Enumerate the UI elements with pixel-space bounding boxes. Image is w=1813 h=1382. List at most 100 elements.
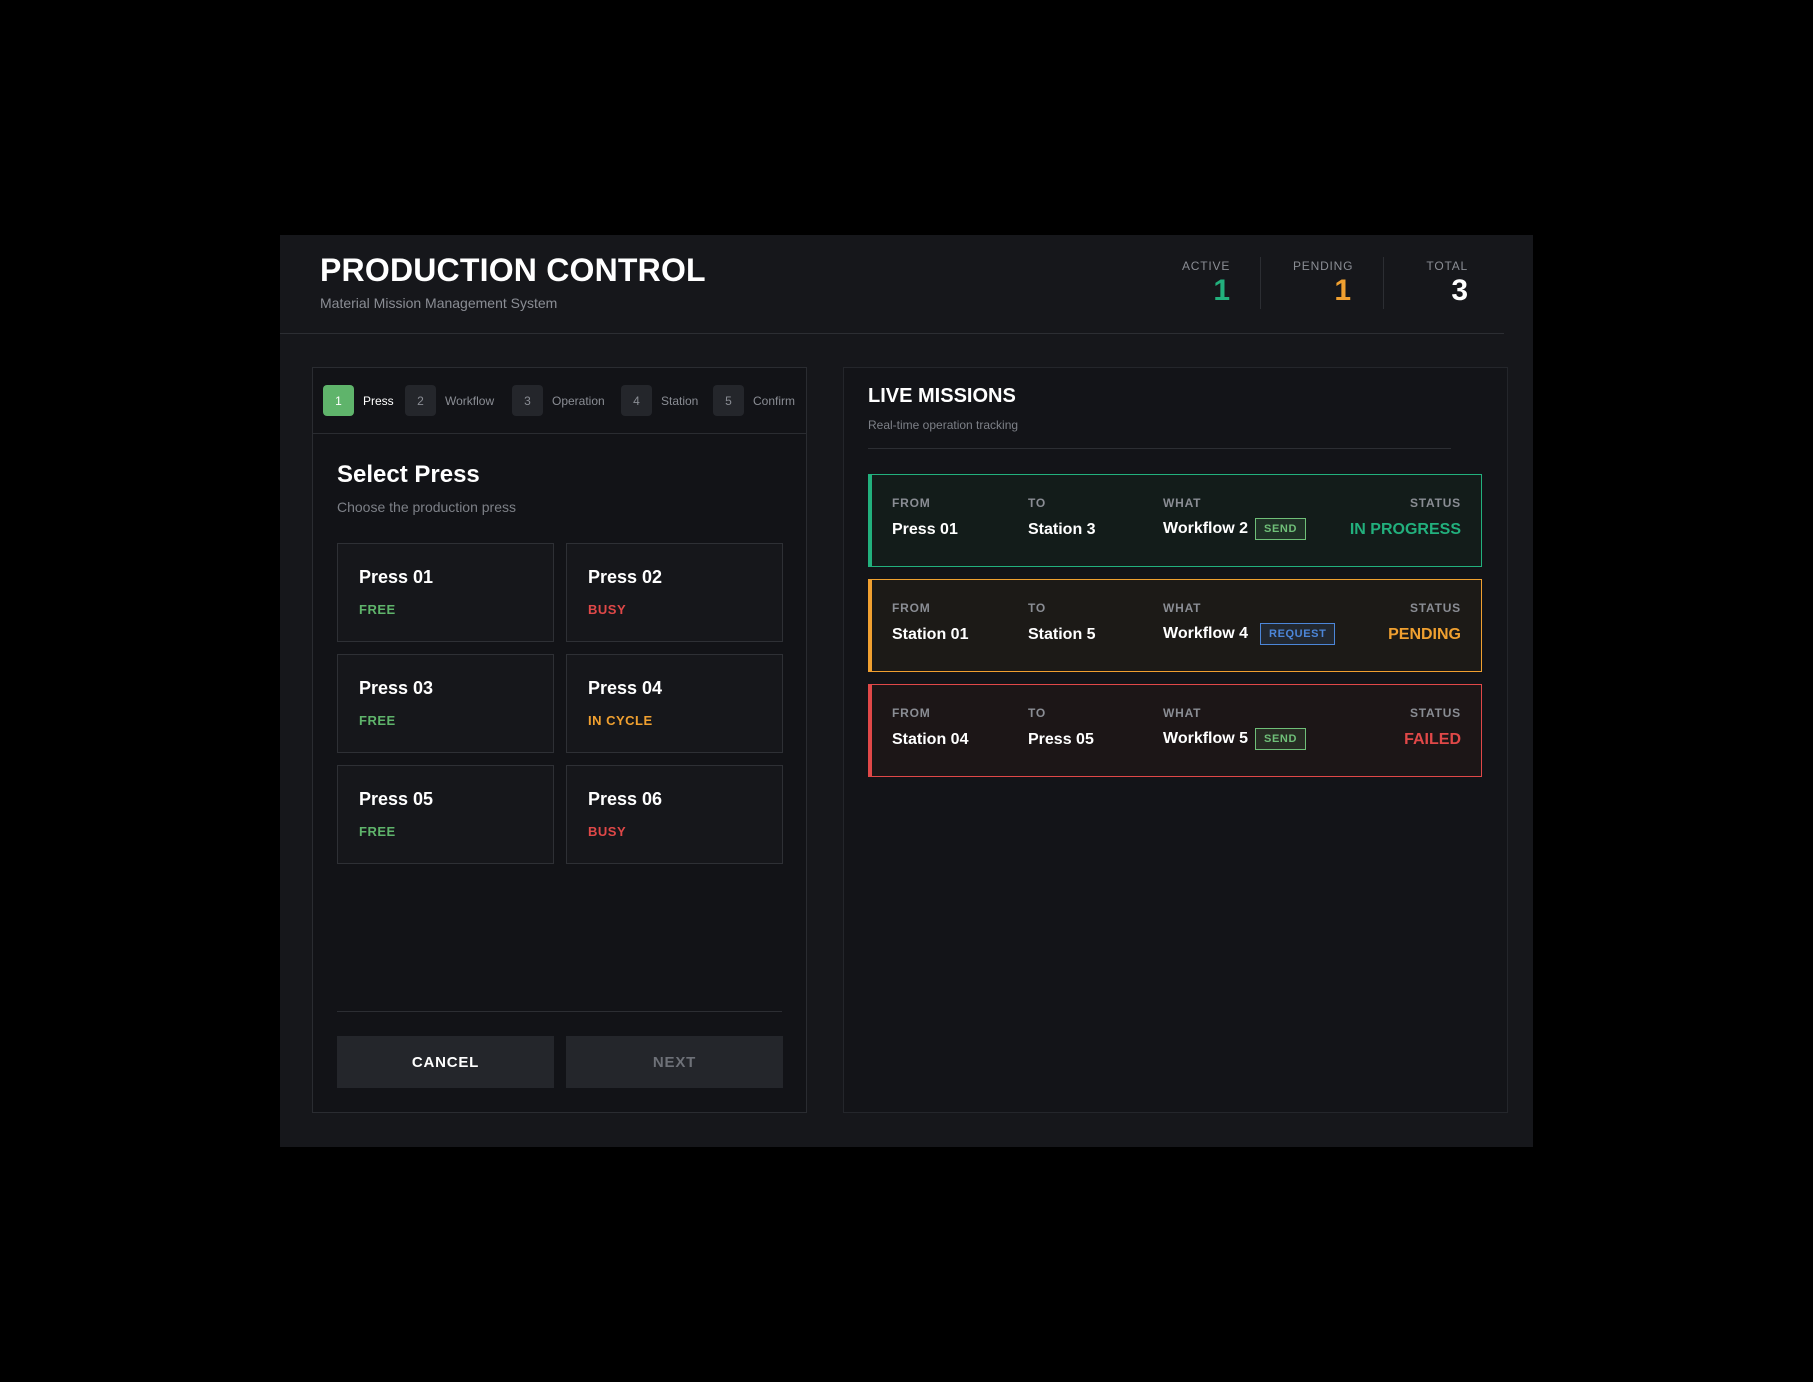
from-label: FROM [892,601,931,615]
what-label: WHAT [1163,706,1202,720]
to-label: TO [1028,601,1047,615]
missions-divider [868,448,1451,449]
page-title: PRODUCTION CONTROL [320,252,706,288]
step-number: 4 [621,385,652,416]
what-col: WHAT Workflow 4 REQUEST [1163,601,1336,645]
press-name: Press 02 [588,567,663,587]
mission-type-badge: SEND [1255,728,1307,750]
footer-divider [337,1011,782,1012]
press-card[interactable]: Press 02 BUSY [566,543,783,642]
next-button[interactable]: NEXT [566,1036,783,1088]
to-col: TO Station 5 [1028,601,1096,644]
step-label: Press [363,393,394,408]
to-col: TO Press 05 [1028,706,1094,749]
mission-status: FAILED [1404,731,1461,748]
what-col: WHAT Workflow 5 SEND [1163,706,1307,750]
step-label: Confirm [753,393,796,408]
from-col: FROM Station 01 [892,601,968,644]
what-label: WHAT [1163,601,1202,615]
stat-label: PENDING [1293,259,1354,273]
what-value: Workflow 5 [1163,730,1249,747]
mission-card[interactable]: FROM Station 04 TO Press 05 WHAT Workflo… [868,684,1482,777]
step-number: 2 [405,385,436,416]
press-status: FREE [359,824,396,839]
stat-total: TOTAL 3 [1416,257,1468,309]
what-value: Workflow 2 [1163,520,1249,537]
step-press[interactable]: 1 Press [323,385,394,416]
section-subtitle: Choose the production press [337,499,516,515]
stat-value: 3 [1451,274,1468,307]
header: PRODUCTION CONTROL Material Mission Mana… [280,235,1504,334]
press-card[interactable]: Press 05 FREE [337,765,554,864]
stat-value: 1 [1334,274,1351,307]
to-label: TO [1028,706,1047,720]
stat-label: TOTAL [1426,259,1468,273]
stat-value: 1 [1213,274,1230,307]
press-status: FREE [359,713,396,728]
missions-title: LIVE MISSIONS [868,385,1016,407]
press-status: BUSY [588,824,627,839]
press-card[interactable]: Press 06 BUSY [566,765,783,864]
mission-status: IN PROGRESS [1349,521,1461,538]
status-label: STATUS [1409,496,1461,510]
what-col: WHAT Workflow 2 SEND [1163,496,1307,540]
stepper: 1 Press 2 Workflow 3 Operation 4 Station… [313,368,806,434]
step-label: Workflow [445,393,495,408]
from-label: FROM [892,496,931,510]
from-label: FROM [892,706,931,720]
step-confirm[interactable]: 5 Confirm [713,385,795,416]
to-value: Station 3 [1028,521,1096,538]
step-workflow[interactable]: 2 Workflow [405,385,494,416]
press-status: FREE [359,602,396,617]
from-col: FROM Station 04 [892,706,968,749]
press-card[interactable]: Press 01 FREE [337,543,554,642]
press-status: BUSY [588,602,627,617]
press-name: Press 05 [359,789,434,809]
status-label: STATUS [1409,601,1461,615]
step-label: Station [661,393,699,408]
press-card[interactable]: Press 03 FREE [337,654,554,753]
step-number: 1 [323,385,354,416]
step-station[interactable]: 4 Station [621,385,698,416]
step-label: Operation [552,393,605,408]
status-col: STATUS FAILED [1404,706,1461,749]
mission-card[interactable]: FROM Press 01 TO Station 3 WHAT Workflow… [868,474,1482,567]
to-col: TO Station 3 [1028,496,1096,539]
stat-pending: PENDING 1 [1293,257,1354,309]
press-name: Press 04 [588,678,663,698]
mission-type-badge: SEND [1255,518,1307,540]
to-value: Station 5 [1028,626,1096,643]
stat-label: ACTIVE [1182,259,1231,273]
status-col: STATUS PENDING [1388,601,1461,644]
press-name: Press 01 [359,567,434,587]
press-name: Press 06 [588,789,663,809]
step-operation[interactable]: 3 Operation [512,385,605,416]
press-status: IN CYCLE [588,713,653,728]
stat-divider [1383,257,1384,309]
step-number: 3 [512,385,543,416]
mission-card[interactable]: FROM Station 01 TO Station 5 WHAT Workfl… [868,579,1482,672]
stats-bar: ACTIVE 1 PENDING 1 TOTAL 3 [1182,257,1504,312]
status-label: STATUS [1409,706,1461,720]
press-name: Press 03 [359,678,434,698]
stat-active: ACTIVE 1 [1182,257,1230,309]
mission-type-badge: REQUEST [1260,623,1336,645]
from-value: Station 01 [892,626,969,643]
wizard-panel: 1 Press 2 Workflow 3 Operation 4 Station… [312,367,807,1113]
stat-divider [1260,257,1261,309]
press-card[interactable]: Press 04 IN CYCLE [566,654,783,753]
from-value: Press 01 [892,521,958,538]
section-title: Select Press [337,461,480,488]
what-label: WHAT [1163,496,1202,510]
missions-subtitle: Real-time operation tracking [868,418,1019,432]
step-number: 5 [713,385,744,416]
mission-status: PENDING [1388,626,1461,643]
app-window: PRODUCTION CONTROL Material Mission Mana… [280,235,1533,1147]
status-col: STATUS IN PROGRESS [1350,496,1461,539]
from-col: FROM Press 01 [892,496,958,539]
to-label: TO [1028,496,1047,510]
what-value: Workflow 4 [1163,625,1249,642]
live-missions-panel: LIVE MISSIONS Real-time operation tracki… [843,367,1508,1113]
page-subtitle: Material Mission Management System [320,295,558,311]
cancel-button[interactable]: CANCEL [337,1036,554,1088]
